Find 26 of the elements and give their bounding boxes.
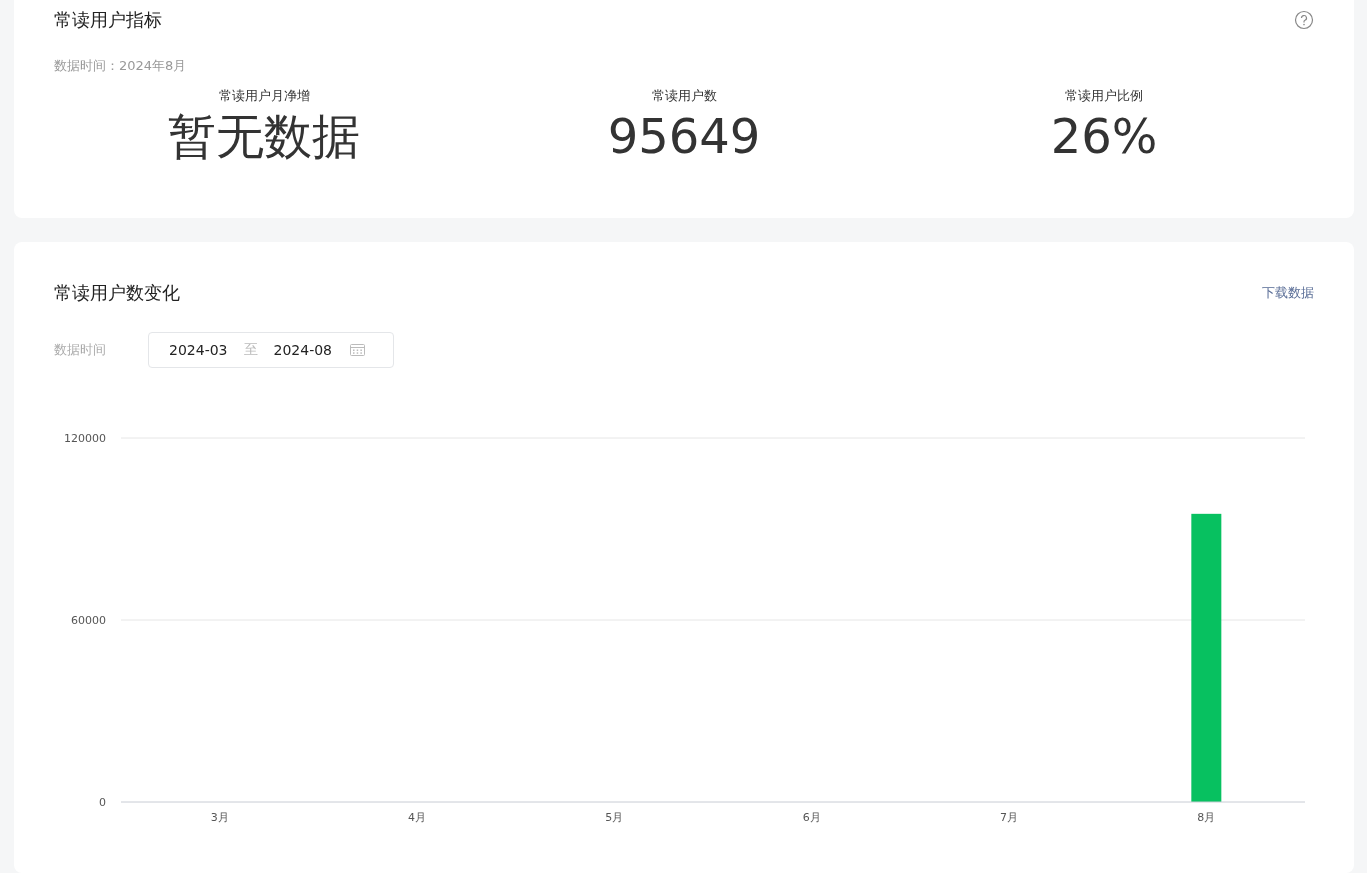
calendar-icon bbox=[350, 344, 365, 356]
x-tick-label: 8月 bbox=[1197, 811, 1216, 824]
metric-label: 常读用户月净增 bbox=[218, 87, 310, 105]
metric-value: 95649 bbox=[607, 107, 761, 165]
metric-value: 26% bbox=[1050, 107, 1158, 165]
metric-label: 常读用户比例 bbox=[1065, 87, 1143, 105]
help-icon[interactable] bbox=[1294, 10, 1314, 30]
card-title: 常读用户指标 bbox=[54, 8, 162, 32]
x-tick-label: 4月 bbox=[408, 811, 426, 824]
range-separator: 至 bbox=[243, 341, 258, 359]
metric-value: 暂无数据 bbox=[168, 107, 360, 165]
filter-label: 数据时间 bbox=[54, 341, 107, 359]
end-date: 2024-08 bbox=[273, 342, 332, 358]
y-tick-label: 60000 bbox=[71, 614, 106, 627]
data-time-text: 数据时间：2024年8月 bbox=[54, 57, 188, 75]
y-tick-label: 120000 bbox=[64, 432, 106, 445]
metric-label: 常读用户数 bbox=[651, 87, 717, 105]
x-tick-label: 6月 bbox=[802, 811, 821, 824]
x-tick-label: 5月 bbox=[605, 811, 624, 824]
x-tick-label: 3月 bbox=[210, 811, 229, 824]
x-tick-label: 7月 bbox=[1000, 811, 1018, 824]
date-range-field[interactable]: 2024-03 至 2024-08 bbox=[148, 332, 394, 368]
start-date: 2024-03 bbox=[169, 342, 228, 358]
download-link[interactable]: 下载数据 bbox=[1262, 284, 1314, 302]
card-title: 常读用户数变化 bbox=[54, 281, 180, 305]
y-tick-label: 0 bbox=[99, 796, 106, 809]
